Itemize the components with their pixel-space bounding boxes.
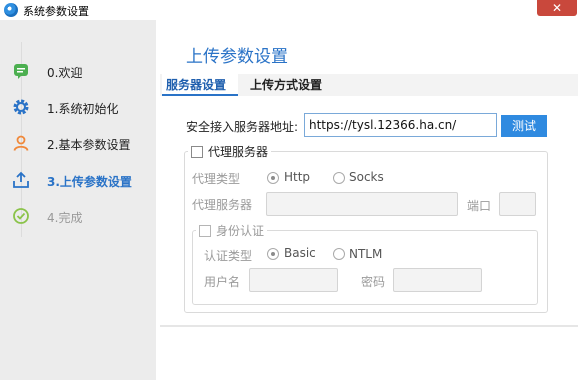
auth-ntlm-radio[interactable]	[333, 248, 345, 260]
proxy-socks-radio[interactable]	[333, 172, 345, 184]
auth-group	[192, 230, 538, 305]
auth-checkbox[interactable]: 身份认证	[196, 222, 268, 239]
auth-checkbox-label: 身份认证	[216, 224, 265, 238]
step-label: 1.系统初始化	[47, 102, 119, 116]
auth-basic-label: Basic	[284, 246, 316, 260]
proxy-checkbox-box[interactable]	[191, 146, 203, 158]
page-title: 上传参数设置	[186, 47, 288, 67]
auth-username-input[interactable]	[249, 268, 338, 292]
step-system-init[interactable]: 1.系统初始化	[0, 96, 156, 120]
server-address-label: 安全接入服务器地址:	[186, 120, 299, 134]
step-welcome[interactable]: 0.欢迎	[0, 60, 156, 84]
window-title: 系统参数设置	[23, 5, 89, 18]
proxy-server-input[interactable]	[266, 192, 458, 216]
auth-ntlm-label: NTLM	[349, 247, 383, 261]
test-button[interactable]: 测试	[501, 115, 547, 137]
auth-type-label: 认证类型	[204, 249, 253, 263]
app-logo-icon	[4, 3, 18, 17]
step-label: 0.欢迎	[47, 66, 83, 80]
proxy-type-label: 代理类型	[192, 172, 241, 186]
proxy-port-label: 端口	[467, 199, 492, 213]
user-icon	[12, 134, 30, 152]
step-label: 2.基本参数设置	[47, 138, 131, 152]
gear-icon	[12, 98, 30, 116]
bottom-divider	[160, 325, 578, 327]
step-finish[interactable]: 4.完成	[0, 205, 156, 229]
step-label: 3.上传参数设置	[47, 175, 132, 189]
step-sidebar: 0.欢迎 1.系统初始化 2.基本参数设置 3.上传参数设置 4.完成	[0, 20, 156, 380]
server-address-input[interactable]	[304, 113, 497, 137]
proxy-checkbox-label: 代理服务器	[208, 145, 269, 159]
auth-password-label: 密码	[361, 275, 386, 289]
tab-bar: 服务器设置 上传方式设置	[160, 74, 578, 96]
upload-icon	[12, 171, 30, 189]
auth-password-input[interactable]	[393, 268, 482, 292]
proxy-http-radio[interactable]	[267, 172, 279, 184]
auth-basic-radio[interactable]	[267, 248, 279, 260]
step-basic-params[interactable]: 2.基本参数设置	[0, 132, 156, 156]
close-button[interactable]: ✕	[537, 0, 577, 16]
chat-icon	[12, 62, 30, 80]
tab-server-settings[interactable]: 服务器设置	[162, 74, 238, 96]
proxy-socks-label: Socks	[349, 170, 384, 184]
proxy-http-label: Http	[284, 170, 311, 184]
tab-upload-method[interactable]: 上传方式设置	[246, 74, 336, 96]
proxy-port-input[interactable]	[499, 192, 536, 216]
proxy-server-label: 代理服务器	[192, 198, 253, 212]
proxy-checkbox[interactable]: 代理服务器	[188, 143, 272, 160]
main-panel: 上传参数设置 服务器设置 上传方式设置 安全接入服务器地址: 测试 代理服务器 …	[156, 20, 580, 380]
auth-checkbox-box[interactable]	[199, 225, 211, 237]
step-upload-params[interactable]: 3.上传参数设置	[0, 169, 156, 193]
step-label: 4.完成	[47, 211, 83, 225]
title-bar: 系统参数设置 ✕	[0, 0, 580, 20]
auth-username-label: 用户名	[204, 275, 241, 289]
check-circle-icon	[12, 207, 30, 225]
